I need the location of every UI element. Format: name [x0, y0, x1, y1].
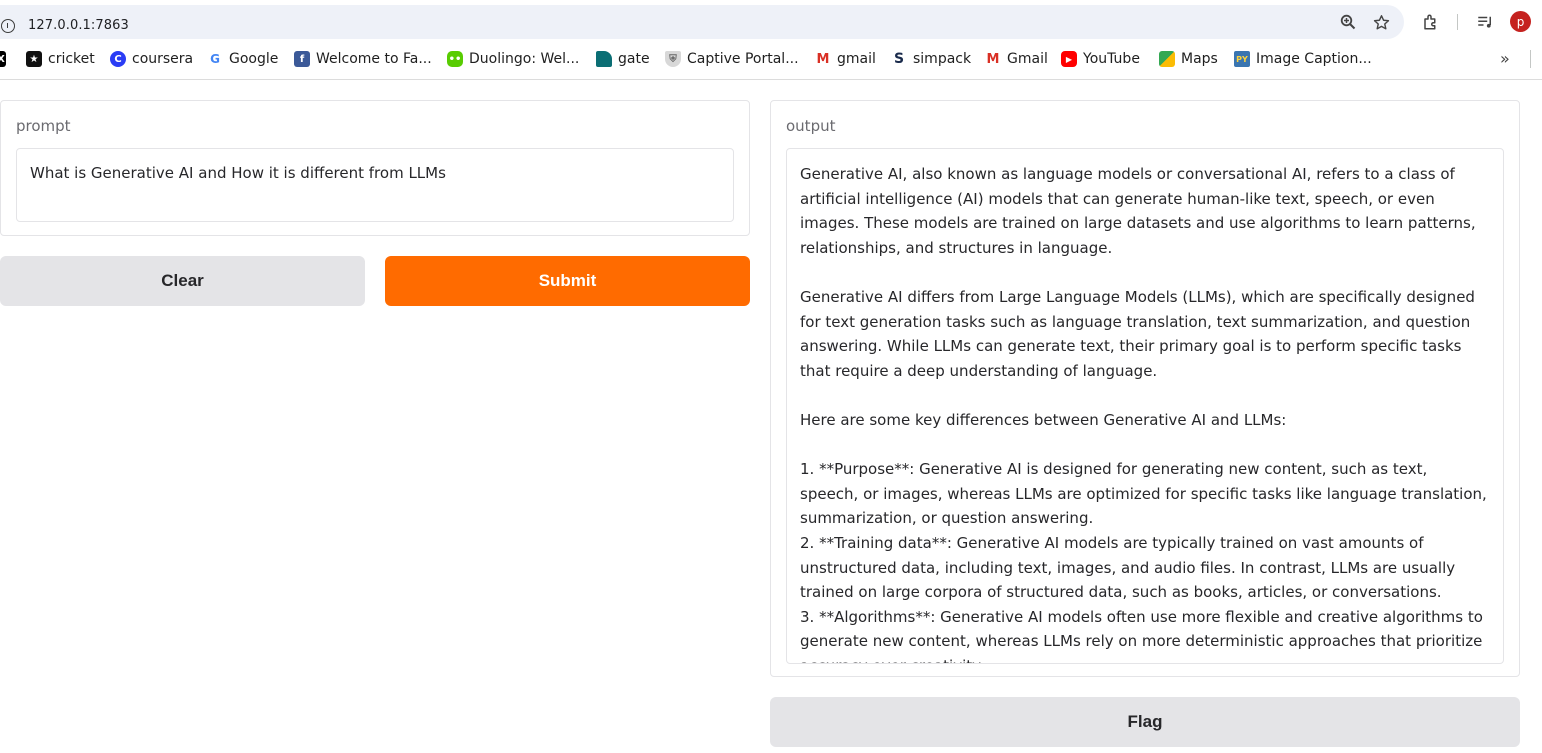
x-logo-icon: X	[0, 51, 6, 67]
bookmark-label: simpack	[913, 51, 972, 67]
maps-icon	[1159, 51, 1175, 67]
prompt-label: prompt	[16, 117, 71, 135]
python-icon: PY	[1234, 51, 1250, 67]
site-info-icon[interactable]	[1, 19, 15, 33]
shield-icon: ⛨	[665, 51, 681, 67]
bookmark-coursera[interactable]: C coursera	[110, 50, 193, 68]
bookmark-youtube[interactable]: ▶ YouTube	[1061, 50, 1140, 68]
duolingo-icon: ••	[447, 51, 463, 67]
bookmark-label: Maps	[1181, 51, 1218, 67]
bookmark-label: Image Caption...	[1256, 51, 1372, 67]
bookmarks-divider	[1530, 50, 1531, 68]
more-bookmarks-icon[interactable]: »	[1500, 49, 1510, 68]
bookmark-star-icon[interactable]	[1369, 10, 1393, 34]
gate-icon	[596, 51, 612, 67]
gmail-icon: M	[815, 51, 831, 67]
bookmark-label: Duolingo: Wel...	[469, 51, 580, 67]
browser-divider	[0, 79, 1542, 80]
simpack-icon: S	[891, 51, 907, 67]
address-bar[interactable]: 127.0.0.1:7863	[0, 5, 1404, 39]
output-panel: output Generative AI, also known as lang…	[770, 100, 1520, 677]
bookmark-label: Welcome to Fa...	[316, 51, 432, 67]
bookmark-label: gate	[618, 51, 650, 67]
bookmark-label: YouTube	[1083, 51, 1140, 67]
bookmark-cricket[interactable]: ★ cricket	[26, 50, 95, 68]
bookmark-gmail-2[interactable]: M Gmail	[985, 50, 1048, 68]
browser-toolbar: 127.0.0.1:7863 p	[0, 0, 1542, 44]
x-logo-icon: ★	[26, 51, 42, 67]
bookmark-label: gmail	[837, 51, 876, 67]
bookmark-captive-portal[interactable]: ⛨ Captive Portal...	[665, 50, 799, 68]
bookmarks-bar: X ★ cricket C coursera G Google f Welcom…	[0, 44, 1542, 74]
bookmark-simpack[interactable]: S simpack	[891, 50, 971, 68]
clear-button[interactable]: Clear	[0, 256, 365, 306]
bookmark-label: Gmail	[1007, 51, 1048, 67]
submit-button[interactable]: Submit	[385, 256, 750, 306]
prompt-panel: prompt What is Generative AI and How it …	[0, 100, 750, 236]
bookmark-label: Google	[229, 51, 279, 67]
output-label: output	[786, 117, 836, 135]
prompt-input[interactable]: What is Generative AI and How it is diff…	[16, 148, 734, 222]
profile-avatar[interactable]: p	[1510, 11, 1531, 32]
bookmark-duolingo[interactable]: •• Duolingo: Wel...	[447, 50, 579, 68]
bookmark-google[interactable]: G Google	[207, 50, 278, 68]
youtube-icon: ▶	[1061, 51, 1077, 67]
gmail-icon: M	[985, 51, 1001, 67]
extensions-icon[interactable]	[1419, 10, 1443, 34]
output-text: Generative AI, also known as language mo…	[800, 165, 1487, 663]
toolbar-divider	[1457, 14, 1458, 30]
url-text[interactable]: 127.0.0.1:7863	[28, 18, 129, 33]
media-control-icon[interactable]	[1473, 10, 1497, 34]
bookmark-gate[interactable]: gate	[596, 50, 650, 68]
google-icon: G	[207, 51, 223, 67]
coursera-icon: C	[110, 51, 126, 67]
zoom-icon[interactable]	[1336, 10, 1360, 34]
bookmark-label: coursera	[132, 51, 194, 67]
bookmark-facebook[interactable]: f Welcome to Fa...	[294, 50, 432, 68]
output-textbox[interactable]: Generative AI, also known as language mo…	[786, 148, 1504, 664]
bookmark-item[interactable]: X	[0, 50, 24, 68]
bookmark-label: Captive Portal...	[687, 51, 799, 67]
bookmark-maps[interactable]: Maps	[1159, 50, 1218, 68]
bookmark-gmail[interactable]: M gmail	[815, 50, 876, 68]
flag-button[interactable]: Flag	[770, 697, 1520, 747]
facebook-icon: f	[294, 51, 310, 67]
bookmark-label: cricket	[48, 51, 95, 67]
bookmark-image-caption[interactable]: PY Image Caption...	[1234, 50, 1372, 68]
